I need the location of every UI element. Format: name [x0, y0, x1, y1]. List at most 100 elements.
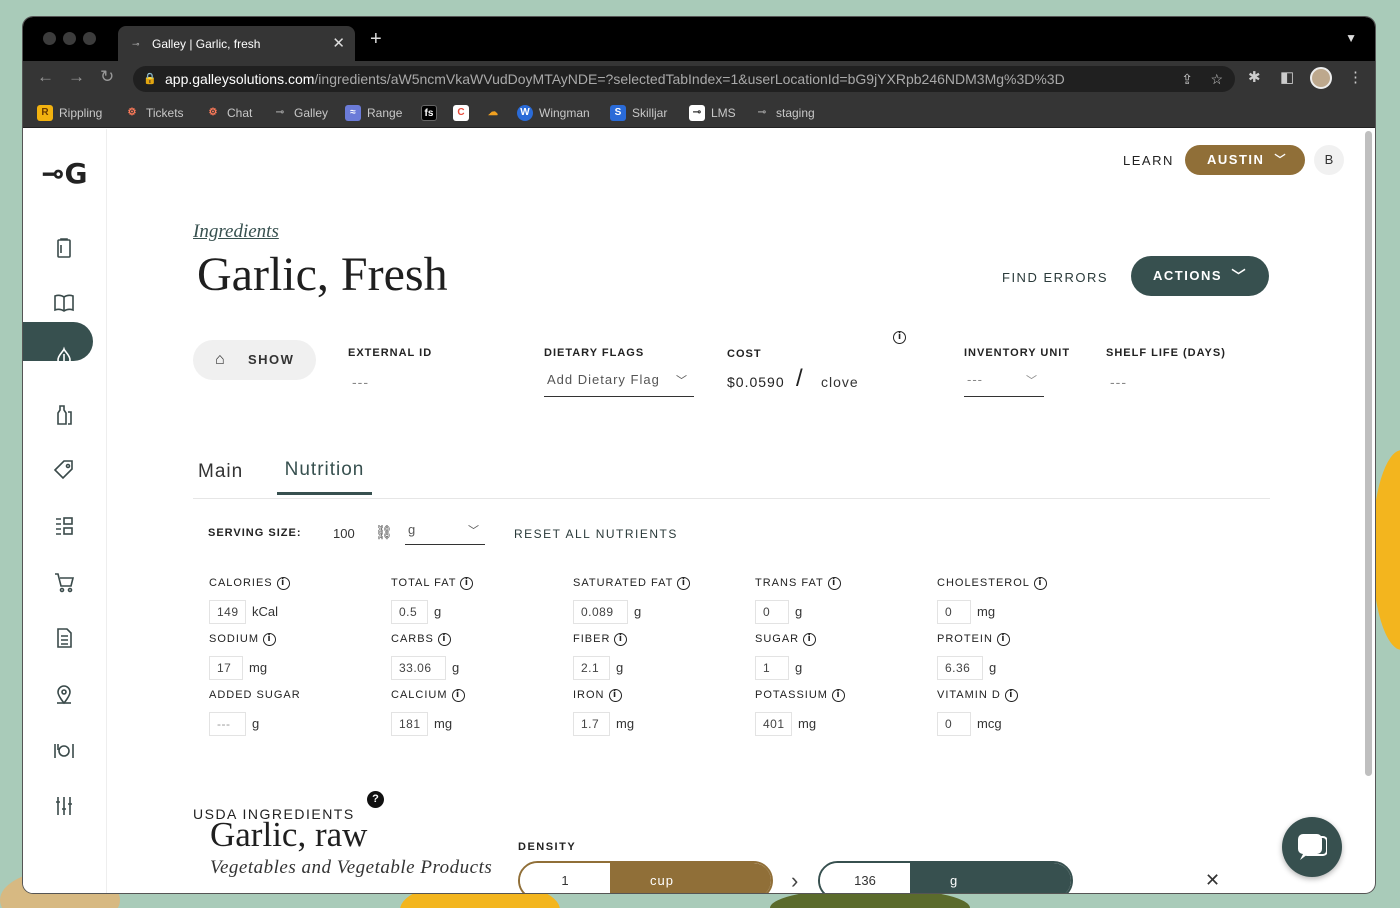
- more-menu-icon[interactable]: ⋮: [1348, 68, 1363, 86]
- nutrient-value-input[interactable]: 17: [209, 656, 243, 680]
- cost-value[interactable]: $0.0590: [727, 374, 785, 390]
- density-to-amount[interactable]: 136: [820, 863, 910, 893]
- nutrient-value-input[interactable]: 33.06: [391, 656, 446, 680]
- info-icon[interactable]: i: [803, 633, 817, 646]
- density-to-unit[interactable]: g: [910, 863, 1071, 893]
- scrollbar[interactable]: [1365, 131, 1372, 791]
- nutrient-value-input[interactable]: 1: [755, 656, 789, 680]
- bookmark-lms[interactable]: ⊸ LMS: [689, 105, 736, 121]
- info-icon[interactable]: i: [451, 689, 465, 702]
- actions-button[interactable]: ACTIONS ﹀: [1131, 256, 1269, 296]
- serving-unit-select[interactable]: g ﹀: [405, 522, 485, 545]
- shelf-life-value[interactable]: ---: [1110, 374, 1127, 390]
- clipboard-icon[interactable]: [50, 234, 78, 262]
- nutrient-value-input[interactable]: 0.089: [573, 600, 628, 624]
- bookmark-cloud[interactable]: ☁: [485, 105, 501, 121]
- back-icon[interactable]: ←: [37, 67, 54, 87]
- reload-icon[interactable]: ↻: [100, 67, 114, 87]
- help-icon[interactable]: ?: [367, 791, 384, 808]
- nutrient-value-input[interactable]: 0.5: [391, 600, 428, 624]
- info-icon[interactable]: i: [608, 689, 622, 702]
- document-icon[interactable]: [50, 624, 78, 652]
- nutrient-value-input[interactable]: 0: [755, 600, 789, 624]
- bookmark-wingman[interactable]: W Wingman: [517, 105, 590, 121]
- inventory-unit-select[interactable]: --- ﹀: [964, 372, 1044, 397]
- maximize-window-icon[interactable]: [83, 32, 96, 45]
- star-icon[interactable]: ☆: [1210, 66, 1223, 92]
- bookmark-skilljar[interactable]: S Skilljar: [610, 105, 667, 121]
- location-pin-icon[interactable]: [50, 680, 78, 708]
- share-icon[interactable]: ⇪: [1181, 66, 1193, 92]
- bookmark-tickets[interactable]: ⚙ Tickets: [124, 105, 184, 121]
- profile-avatar[interactable]: [1310, 67, 1332, 89]
- info-icon[interactable]: i: [263, 633, 276, 646]
- bookmark-range[interactable]: ≈ Range: [345, 105, 402, 121]
- info-icon[interactable]: i: [831, 689, 845, 702]
- info-icon[interactable]: i: [460, 577, 474, 590]
- chat-launcher-button[interactable]: [1282, 817, 1342, 877]
- nutrient-value-input[interactable]: 149: [209, 600, 246, 624]
- location-selector[interactable]: AUSTIN ﹀: [1185, 145, 1305, 175]
- info-icon[interactable]: i: [827, 577, 841, 590]
- extensions-icon[interactable]: ✱: [1248, 68, 1261, 86]
- nutrient-unit: g: [434, 604, 442, 619]
- find-errors-button[interactable]: FIND ERRORS: [1002, 270, 1108, 285]
- user-avatar[interactable]: B: [1314, 145, 1344, 175]
- tab-nutrition[interactable]: Nutrition: [277, 459, 372, 495]
- bookmark-staging[interactable]: ⊸ staging: [754, 105, 815, 121]
- close-tab-icon[interactable]: ✕: [332, 34, 345, 52]
- cost-unit[interactable]: clove: [821, 374, 859, 390]
- nutrient-value-input[interactable]: 0: [937, 712, 971, 736]
- sidepanel-icon[interactable]: ◧: [1280, 68, 1294, 86]
- show-tags-button[interactable]: ⌂ SHOW: [193, 340, 316, 380]
- dining-icon[interactable]: [50, 737, 78, 765]
- info-icon[interactable]: i: [893, 331, 906, 344]
- info-icon[interactable]: i: [677, 577, 691, 590]
- serving-size-value[interactable]: 100: [333, 526, 355, 541]
- nutrient-value-input[interactable]: 6.36: [937, 656, 983, 680]
- minimize-window-icon[interactable]: [63, 32, 76, 45]
- info-icon[interactable]: i: [1004, 689, 1018, 702]
- galley-logo[interactable]: ⊸G: [41, 157, 87, 190]
- tab-main[interactable]: Main: [198, 461, 243, 483]
- close-window-icon[interactable]: [43, 32, 56, 45]
- nutrient-value-input[interactable]: 2.1: [573, 656, 610, 680]
- close-icon[interactable]: ✕: [1205, 870, 1220, 891]
- bookmark-calendar[interactable]: C: [453, 105, 469, 121]
- nutrient-value-input[interactable]: 181: [391, 712, 428, 736]
- learn-link[interactable]: LEARN: [1123, 153, 1174, 168]
- chevron-down-icon[interactable]: ▼: [1345, 31, 1357, 45]
- address-bar[interactable]: 🔒 app.galleysolutions.com/ingredients/aW…: [133, 66, 1235, 92]
- dietary-flags-select[interactable]: Add Dietary Flag ﹀: [544, 372, 694, 397]
- bottles-icon[interactable]: [50, 401, 78, 429]
- nutrient-value-input[interactable]: ---: [209, 712, 246, 736]
- browser-tab[interactable]: ⊸ Galley | Garlic, fresh ✕: [118, 26, 355, 61]
- external-id-value[interactable]: ---: [352, 374, 369, 390]
- tag-icon[interactable]: [50, 456, 78, 484]
- bookmark-rippling[interactable]: R Rippling: [37, 105, 102, 121]
- reset-nutrients-button[interactable]: RESET ALL NUTRIENTS: [514, 527, 678, 541]
- checklist-icon[interactable]: [50, 512, 78, 540]
- density-from-amount[interactable]: 1: [520, 863, 610, 893]
- rippling-icon: R: [37, 105, 53, 121]
- info-icon[interactable]: i: [276, 577, 290, 590]
- scrollbar-thumb[interactable]: [1365, 131, 1372, 776]
- info-icon[interactable]: i: [437, 633, 451, 646]
- cart-icon[interactable]: [50, 568, 78, 596]
- forward-icon[interactable]: →: [68, 67, 85, 87]
- info-icon[interactable]: i: [1033, 577, 1047, 590]
- sliders-icon[interactable]: [50, 792, 78, 820]
- nutrient-value-input[interactable]: 0: [937, 600, 971, 624]
- nutrient-value-input[interactable]: 401: [755, 712, 792, 736]
- density-from-unit[interactable]: cup: [610, 863, 771, 893]
- info-icon[interactable]: i: [996, 633, 1010, 646]
- recipe-book-icon[interactable]: [50, 289, 78, 317]
- info-icon[interactable]: i: [614, 633, 628, 646]
- nutrient-value-input[interactable]: 1.7: [573, 712, 610, 736]
- unlink-icon[interactable]: ⛓: [375, 524, 393, 541]
- bookmark-galley[interactable]: ⊸ Galley: [272, 105, 328, 121]
- bookmark-chat[interactable]: ⚙ Chat: [205, 105, 253, 121]
- breadcrumb[interactable]: Ingredients: [193, 221, 279, 243]
- new-tab-icon[interactable]: +: [370, 28, 382, 51]
- bookmark-fullstory[interactable]: fs: [421, 105, 437, 121]
